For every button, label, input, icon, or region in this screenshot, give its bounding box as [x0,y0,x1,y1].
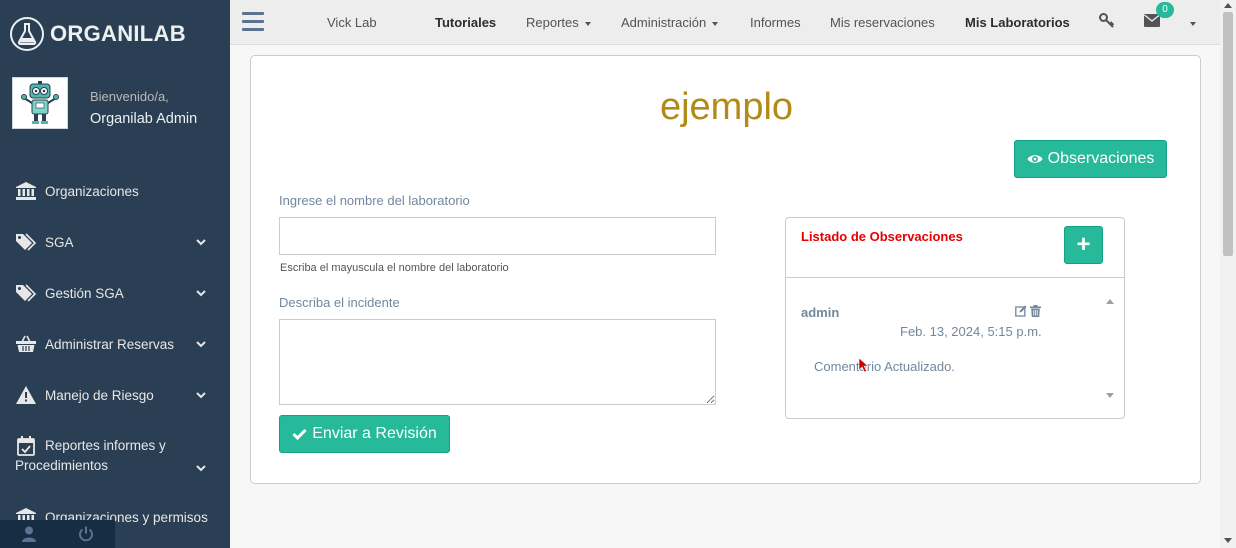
submit-review-button-label: Enviar a Revisión [312,425,437,442]
check-icon [292,428,307,440]
nav-mis-reservaciones[interactable]: Mis reservaciones [830,15,935,30]
trash-icon[interactable] [1030,305,1041,317]
tags-icon [15,283,37,303]
chevron-down-icon [196,239,206,246]
observation-date: Feb. 13, 2024, 5:15 p.m. [900,324,1042,339]
sidebar-item-sga[interactable]: SGA [0,232,230,252]
observation-comment: Comentario Actualizado. [814,359,955,374]
key-icon[interactable] [1099,13,1115,32]
caret-down-icon [712,21,719,26]
mouse-cursor-icon [859,358,869,373]
bank-icon [15,181,37,201]
scroll-down-icon[interactable] [1224,538,1232,543]
observations-button[interactable]: Observaciones [1014,140,1167,178]
nav-administracion[interactable]: Administración [621,15,719,30]
tags-icon [15,232,37,252]
chevron-down-icon [196,465,206,472]
caret-down-icon [584,21,591,26]
sidebar-item-label: Gestión SGA [45,285,124,301]
sidebar-item-manejo-riesgo[interactable]: Manejo de Riesgo [0,385,230,405]
top-navbar: Vick Lab Tutoriales Reportes Administrac… [230,0,1220,45]
edit-icon[interactable] [1015,305,1027,317]
chevron-down-icon [196,392,206,399]
basket-icon [15,334,37,354]
sidebar: ORGANILAB Bienvenido/a, Organilab Admin … [0,0,230,548]
caret-down-icon [1190,21,1196,26]
brand[interactable]: ORGANILAB [10,17,186,51]
username: Organilab Admin [90,111,198,127]
user-icon[interactable] [0,520,57,548]
incident-textarea[interactable] [279,319,716,405]
nav-administracion-label: Administración [621,15,707,30]
incident-label: Describa el incidente [279,295,400,310]
main-panel: ejemplo Observaciones Ingrese el nombre … [250,55,1201,484]
observations-button-label: Observaciones [1047,150,1155,167]
sidebar-footer [0,520,115,548]
page-title: ejemplo [659,86,794,128]
lab-name-help: Escriba el mayuscula el nombre del labor… [280,262,509,274]
scrollbar-thumb[interactable] [1223,12,1233,256]
calendar-check-icon [15,436,37,456]
observations-card: Listado de Observaciones + admin Feb. 13… [785,217,1125,419]
sidebar-item-label: Administrar Reservas [45,336,175,352]
eye-icon [1027,155,1043,163]
nav-informes[interactable]: Informes [750,15,801,30]
sidebar-item-label: Organizaciones [45,183,139,199]
chevron-down-icon [196,341,206,348]
notification-badge: 0 [1156,2,1174,18]
sidebar-item-organizaciones[interactable]: Organizaciones [0,181,230,201]
scroll-down-icon[interactable] [1106,393,1114,398]
scroll-up-icon[interactable] [1106,299,1114,304]
chevron-down-icon [196,290,206,297]
sidebar-item-administrar-reservas[interactable]: Administrar Reservas [0,334,230,354]
power-icon[interactable] [57,520,114,548]
lab-name-input[interactable] [279,217,716,255]
avatar [12,77,68,129]
welcome-text: Bienvenido/a, [90,89,169,104]
brand-title: ORGANILAB [50,21,186,46]
sidebar-item-label-line2: Procedimientos [15,458,109,473]
nav-tutoriales[interactable]: Tutoriales [435,15,496,30]
observation-actions [1015,305,1041,317]
warning-icon [15,385,37,405]
nav-lab[interactable]: Vick Lab [327,15,377,30]
nav-mis-laboratorios[interactable]: Mis Laboratorios [965,15,1070,30]
sidebar-item-label: Reportes informes y [45,438,166,453]
nav-reportes-label: Reportes [526,15,579,30]
envelope-icon[interactable] [1144,14,1160,30]
page-scrollbar[interactable] [1220,0,1236,548]
lab-name-label: Ingrese el nombre del laboratorio [279,193,470,208]
sidebar-item-label: SGA [45,234,74,250]
menu-toggle-icon[interactable] [242,12,264,32]
sidebar-item-label: Manejo de Riesgo [45,387,154,403]
observations-title: Listado de Observaciones [801,229,963,244]
add-observation-button[interactable]: + [1064,226,1103,264]
flask-icon [10,17,44,51]
submit-review-button[interactable]: Enviar a Revisión [279,415,450,453]
user-dropdown[interactable] [1184,15,1196,30]
sidebar-item-gestion-sga[interactable]: Gestión SGA [0,283,230,303]
sidebar-item-reportes[interactable]: Reportes informes y Procedimientos [0,436,230,476]
scroll-up-icon[interactable] [1224,3,1232,8]
divider [786,277,1124,278]
nav-reportes[interactable]: Reportes [526,15,591,30]
observation-user: admin [801,305,840,320]
